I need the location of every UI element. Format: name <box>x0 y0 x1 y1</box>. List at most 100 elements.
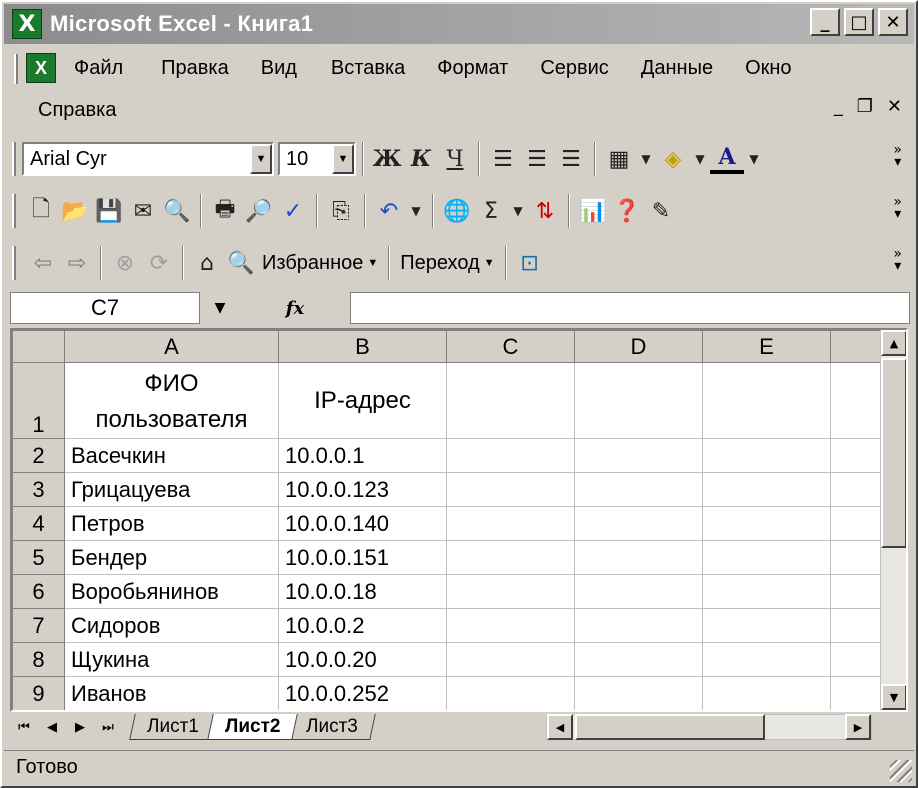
chevron-down-icon[interactable]: ▼ <box>406 194 426 228</box>
cell-a[interactable]: Васечкин <box>64 438 279 473</box>
sheet-tab-1[interactable]: Лист1 <box>129 714 217 740</box>
close-button[interactable]: ✕ <box>878 8 908 36</box>
column-header-a[interactable]: A <box>64 330 279 363</box>
cell-b[interactable]: 10.0.0.151 <box>278 540 447 575</box>
font-name-select[interactable]: Arial Cyr ▼ <box>22 142 274 176</box>
cell[interactable] <box>830 540 881 575</box>
cell-a1[interactable]: ФИО пользователя <box>64 362 279 439</box>
cell[interactable] <box>446 574 575 609</box>
cell-b[interactable]: 10.0.0.20 <box>278 642 447 677</box>
bold-button[interactable]: Ж <box>370 142 404 176</box>
cell-a[interactable]: Грицацуева <box>64 472 279 507</box>
cell[interactable] <box>702 608 831 643</box>
cell[interactable] <box>702 642 831 677</box>
chevron-down-icon[interactable]: ▼ <box>690 142 710 176</box>
row-header[interactable]: 9 <box>12 676 65 710</box>
cell[interactable] <box>574 472 703 507</box>
cell[interactable] <box>830 608 881 643</box>
scroll-down-button[interactable]: ▼ <box>881 684 906 710</box>
help-icon[interactable]: ❓ <box>610 194 644 228</box>
menu-help[interactable]: Справка <box>32 99 122 122</box>
search-web-icon[interactable]: 🔍 <box>224 246 258 280</box>
menu-data[interactable]: Данные <box>635 57 719 80</box>
toolbar-overflow-icon[interactable]: » ▾ <box>893 195 902 221</box>
cell[interactable] <box>702 506 831 541</box>
chart-wizard-icon[interactable]: 📊 <box>576 194 610 228</box>
cell[interactable] <box>574 574 703 609</box>
cell[interactable] <box>574 438 703 473</box>
menu-view[interactable]: Вид <box>255 57 303 80</box>
last-sheet-button[interactable]: ⏭ <box>94 720 122 735</box>
row-header-1[interactable]: 1 <box>12 362 65 439</box>
toolbar-grip[interactable] <box>12 246 16 280</box>
cell[interactable] <box>830 472 881 507</box>
formula-input[interactable] <box>350 292 910 324</box>
print-preview-icon[interactable]: 🔎 <box>242 194 276 228</box>
refresh-icon[interactable]: ⟳ <box>142 246 176 280</box>
cell-d1[interactable] <box>574 362 703 439</box>
menu-insert[interactable]: Вставка <box>325 57 411 80</box>
sheet-tab-2[interactable]: Лист2 <box>207 714 299 740</box>
cell[interactable] <box>574 608 703 643</box>
cell[interactable] <box>702 574 831 609</box>
cell[interactable] <box>702 472 831 507</box>
prev-sheet-button[interactable]: ◀ <box>38 720 66 735</box>
toolbar-overflow-icon[interactable]: » ▾ <box>893 247 902 273</box>
print-icon[interactable]: 🖶 <box>208 194 242 228</box>
cell-a[interactable]: Щукина <box>64 642 279 677</box>
column-header-e[interactable]: E <box>702 330 831 363</box>
cell-c1[interactable] <box>446 362 575 439</box>
insert-function-icon[interactable]: fx <box>240 298 350 319</box>
cell[interactable] <box>446 642 575 677</box>
cell[interactable] <box>574 642 703 677</box>
cell-a[interactable]: Сидоров <box>64 608 279 643</box>
cell[interactable] <box>702 676 831 710</box>
align-right-icon[interactable]: ☰ <box>554 142 588 176</box>
align-left-icon[interactable]: ☰ <box>486 142 520 176</box>
cell[interactable] <box>830 574 881 609</box>
cell-a[interactable]: Воробьянинов <box>64 574 279 609</box>
font-color-icon[interactable]: A <box>710 144 744 174</box>
scroll-up-button[interactable]: ▲ <box>881 330 906 356</box>
back-arrow-icon[interactable]: ⇦ <box>26 246 60 280</box>
copy-icon[interactable]: ⎘ <box>324 194 358 228</box>
row-header[interactable]: 7 <box>12 608 65 643</box>
resize-grip-icon[interactable] <box>890 760 912 782</box>
open-folder-icon[interactable]: 📂 <box>58 194 92 228</box>
cell[interactable] <box>574 506 703 541</box>
row-header[interactable]: 2 <box>12 438 65 473</box>
cell[interactable] <box>830 506 881 541</box>
align-center-icon[interactable]: ☰ <box>520 142 554 176</box>
sort-icon[interactable]: ⇅ <box>528 194 562 228</box>
cell[interactable] <box>574 676 703 710</box>
email-icon[interactable]: ✉ <box>126 194 160 228</box>
save-icon[interactable]: 💾 <box>92 194 126 228</box>
scroll-right-button[interactable]: ▶ <box>845 714 871 740</box>
forward-arrow-icon[interactable]: ⇨ <box>60 246 94 280</box>
menu-window[interactable]: Окно <box>739 57 797 80</box>
cell-a[interactable]: Иванов <box>64 676 279 710</box>
column-header-c[interactable]: C <box>446 330 575 363</box>
stop-icon[interactable]: ⊗ <box>108 246 142 280</box>
cell[interactable] <box>446 608 575 643</box>
menubar-grip[interactable] <box>14 54 18 84</box>
chevron-down-icon[interactable]: ▼ <box>200 300 240 316</box>
fill-color-icon[interactable]: ◈ <box>656 142 690 176</box>
menu-edit[interactable]: Правка <box>155 57 235 80</box>
horizontal-scroll-thumb[interactable] <box>575 714 765 740</box>
search-icon[interactable]: 🔍 <box>160 194 194 228</box>
new-file-icon[interactable]: 🗋 <box>24 194 58 228</box>
cell-b[interactable]: 10.0.0.1 <box>278 438 447 473</box>
workbook-close-button[interactable]: ✕ <box>887 96 902 117</box>
cell-a[interactable]: Бендер <box>64 540 279 575</box>
cell[interactable] <box>446 506 575 541</box>
cell-e1[interactable] <box>702 362 831 439</box>
next-sheet-button[interactable]: ▶ <box>66 720 94 735</box>
cell[interactable] <box>830 676 881 710</box>
hyperlink-icon[interactable]: 🌐 <box>440 194 474 228</box>
toolbar-grip[interactable] <box>12 142 16 176</box>
spell-check-icon[interactable]: ✓ <box>276 194 310 228</box>
row-header[interactable]: 5 <box>12 540 65 575</box>
menu-file[interactable]: Файл <box>68 57 129 80</box>
select-all-corner[interactable] <box>12 330 65 363</box>
